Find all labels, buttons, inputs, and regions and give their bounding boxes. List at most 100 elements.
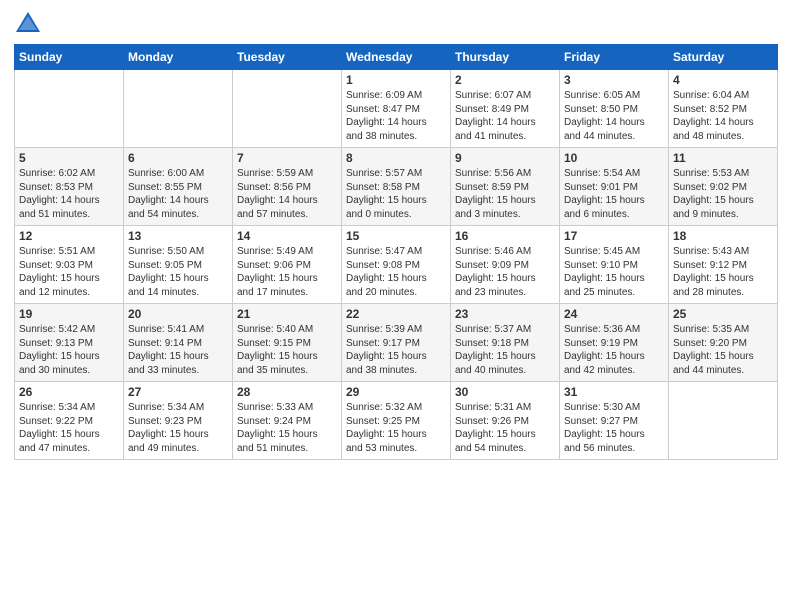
day-info: Sunrise: 5:31 AM Sunset: 9:26 PM Dayligh…	[455, 401, 555, 455]
day-number: 9	[455, 151, 555, 165]
day-number: 4	[673, 73, 773, 87]
calendar-cell: 22Sunrise: 5:39 AM Sunset: 9:17 PM Dayli…	[342, 304, 451, 382]
calendar-cell: 23 Sunrise: 5:37 AM Sunset: 9:18 PM Dayli…	[451, 304, 560, 382]
day-number: 23	[455, 307, 555, 321]
day-info: Sunrise: 5:36 AM Sunset: 9:19 PM Dayligh…	[564, 323, 664, 377]
logo	[14, 10, 46, 38]
week-row-5: 26 Sunrise: 5:34 AM Sunset: 9:22 PM Dayli…	[15, 382, 778, 460]
day-number: 8	[346, 151, 446, 165]
week-row-3: 12 Sunrise: 5:51 AM Sunset: 9:03 PM Dayli…	[15, 226, 778, 304]
header	[14, 10, 778, 38]
day-info: Sunrise: 5:45 AM Sunset: 9:10 PM Dayligh…	[564, 245, 664, 299]
calendar-cell: 1Sunrise: 6:09 AM Sunset: 8:47 PM Daylig…	[342, 70, 451, 148]
day-info: Sunrise: 5:49 AM Sunset: 9:06 PM Dayligh…	[237, 245, 337, 299]
day-info: Sunrise: 5:42 AM Sunset: 9:13 PM Dayligh…	[19, 323, 119, 377]
day-info: Sunrise: 6:05 AM Sunset: 8:50 PM Dayligh…	[564, 89, 664, 143]
logo-icon	[14, 10, 42, 38]
weekday-header-wednesday: Wednesday	[342, 45, 451, 70]
day-info: Sunrise: 5:43 AM Sunset: 9:12 PM Dayligh…	[673, 245, 773, 299]
day-info: Sunrise: 5:46 AM Sunset: 9:09 PM Dayligh…	[455, 245, 555, 299]
day-number: 7	[237, 151, 337, 165]
day-info: Sunrise: 5:50 AM Sunset: 9:05 PM Dayligh…	[128, 245, 228, 299]
day-info: Sunrise: 5:33 AM Sunset: 9:24 PM Dayligh…	[237, 401, 337, 455]
calendar-table: SundayMondayTuesdayWednesdayThursdayFrid…	[14, 44, 778, 460]
calendar-cell	[233, 70, 342, 148]
day-number: 28	[237, 385, 337, 399]
day-info: Sunrise: 5:51 AM Sunset: 9:03 PM Dayligh…	[19, 245, 119, 299]
day-number: 11	[673, 151, 773, 165]
calendar-cell	[669, 382, 778, 460]
day-number: 24	[564, 307, 664, 321]
day-number: 16	[455, 229, 555, 243]
day-info: Sunrise: 5:56 AM Sunset: 8:59 PM Dayligh…	[455, 167, 555, 221]
day-number: 18	[673, 229, 773, 243]
calendar-cell: 29Sunrise: 5:32 AM Sunset: 9:25 PM Dayli…	[342, 382, 451, 460]
day-number: 22	[346, 307, 446, 321]
calendar-cell: 16 Sunrise: 5:46 AM Sunset: 9:09 PM Dayli…	[451, 226, 560, 304]
day-number: 31	[564, 385, 664, 399]
day-number: 25	[673, 307, 773, 321]
day-number: 6	[128, 151, 228, 165]
weekday-header-monday: Monday	[124, 45, 233, 70]
calendar-cell: 10Sunrise: 5:54 AM Sunset: 9:01 PM Dayli…	[560, 148, 669, 226]
calendar-cell: 12 Sunrise: 5:51 AM Sunset: 9:03 PM Dayli…	[15, 226, 124, 304]
day-number: 3	[564, 73, 664, 87]
day-info: Sunrise: 5:54 AM Sunset: 9:01 PM Dayligh…	[564, 167, 664, 221]
weekday-header-thursday: Thursday	[451, 45, 560, 70]
calendar-cell	[15, 70, 124, 148]
calendar-container: SundayMondayTuesdayWednesdayThursdayFrid…	[0, 0, 792, 470]
calendar-cell: 30 Sunrise: 5:31 AM Sunset: 9:26 PM Dayli…	[451, 382, 560, 460]
calendar-header: SundayMondayTuesdayWednesdayThursdayFrid…	[15, 45, 778, 70]
day-info: Sunrise: 6:02 AM Sunset: 8:53 PM Dayligh…	[19, 167, 119, 221]
day-number: 14	[237, 229, 337, 243]
calendar-cell: 14 Sunrise: 5:49 AM Sunset: 9:06 PM Dayli…	[233, 226, 342, 304]
day-info: Sunrise: 6:07 AM Sunset: 8:49 PM Dayligh…	[455, 89, 555, 143]
calendar-cell: 15Sunrise: 5:47 AM Sunset: 9:08 PM Dayli…	[342, 226, 451, 304]
day-number: 17	[564, 229, 664, 243]
week-row-2: 5Sunrise: 6:02 AM Sunset: 8:53 PM Daylig…	[15, 148, 778, 226]
day-info: Sunrise: 5:32 AM Sunset: 9:25 PM Dayligh…	[346, 401, 446, 455]
calendar-cell: 7 Sunrise: 5:59 AM Sunset: 8:56 PM Daylig…	[233, 148, 342, 226]
calendar-cell: 19 Sunrise: 5:42 AM Sunset: 9:13 PM Dayli…	[15, 304, 124, 382]
calendar-cell: 4Sunrise: 6:04 AM Sunset: 8:52 PM Daylig…	[669, 70, 778, 148]
day-info: Sunrise: 5:59 AM Sunset: 8:56 PM Dayligh…	[237, 167, 337, 221]
calendar-cell: 9 Sunrise: 5:56 AM Sunset: 8:59 PM Daylig…	[451, 148, 560, 226]
calendar-cell: 18 Sunrise: 5:43 AM Sunset: 9:12 PM Dayli…	[669, 226, 778, 304]
day-number: 30	[455, 385, 555, 399]
calendar-cell: 27 Sunrise: 5:34 AM Sunset: 9:23 PM Dayli…	[124, 382, 233, 460]
day-info: Sunrise: 6:09 AM Sunset: 8:47 PM Dayligh…	[346, 89, 446, 143]
day-info: Sunrise: 5:35 AM Sunset: 9:20 PM Dayligh…	[673, 323, 773, 377]
week-row-4: 19 Sunrise: 5:42 AM Sunset: 9:13 PM Dayli…	[15, 304, 778, 382]
day-info: Sunrise: 5:37 AM Sunset: 9:18 PM Dayligh…	[455, 323, 555, 377]
calendar-cell: 11 Sunrise: 5:53 AM Sunset: 9:02 PM Dayli…	[669, 148, 778, 226]
weekday-header-friday: Friday	[560, 45, 669, 70]
week-row-1: 1Sunrise: 6:09 AM Sunset: 8:47 PM Daylig…	[15, 70, 778, 148]
calendar-cell: 5Sunrise: 6:02 AM Sunset: 8:53 PM Daylig…	[15, 148, 124, 226]
day-number: 27	[128, 385, 228, 399]
day-info: Sunrise: 5:34 AM Sunset: 9:23 PM Dayligh…	[128, 401, 228, 455]
day-number: 19	[19, 307, 119, 321]
day-number: 26	[19, 385, 119, 399]
day-info: Sunrise: 5:41 AM Sunset: 9:14 PM Dayligh…	[128, 323, 228, 377]
calendar-cell: 31Sunrise: 5:30 AM Sunset: 9:27 PM Dayli…	[560, 382, 669, 460]
weekday-header-sunday: Sunday	[15, 45, 124, 70]
day-info: Sunrise: 5:40 AM Sunset: 9:15 PM Dayligh…	[237, 323, 337, 377]
calendar-cell: 13Sunrise: 5:50 AM Sunset: 9:05 PM Dayli…	[124, 226, 233, 304]
calendar-cell: 20 Sunrise: 5:41 AM Sunset: 9:14 PM Dayli…	[124, 304, 233, 382]
day-number: 20	[128, 307, 228, 321]
weekday-header-tuesday: Tuesday	[233, 45, 342, 70]
day-info: Sunrise: 5:53 AM Sunset: 9:02 PM Dayligh…	[673, 167, 773, 221]
day-info: Sunrise: 5:34 AM Sunset: 9:22 PM Dayligh…	[19, 401, 119, 455]
calendar-cell: 21 Sunrise: 5:40 AM Sunset: 9:15 PM Dayli…	[233, 304, 342, 382]
day-number: 12	[19, 229, 119, 243]
weekday-header-saturday: Saturday	[669, 45, 778, 70]
calendar-cell: 3 Sunrise: 6:05 AM Sunset: 8:50 PM Daylig…	[560, 70, 669, 148]
day-number: 21	[237, 307, 337, 321]
calendar-cell: 28 Sunrise: 5:33 AM Sunset: 9:24 PM Dayli…	[233, 382, 342, 460]
day-number: 2	[455, 73, 555, 87]
calendar-cell: 25 Sunrise: 5:35 AM Sunset: 9:20 PM Dayli…	[669, 304, 778, 382]
calendar-cell: 26 Sunrise: 5:34 AM Sunset: 9:22 PM Dayli…	[15, 382, 124, 460]
day-info: Sunrise: 5:47 AM Sunset: 9:08 PM Dayligh…	[346, 245, 446, 299]
day-info: Sunrise: 6:00 AM Sunset: 8:55 PM Dayligh…	[128, 167, 228, 221]
calendar-cell: 8Sunrise: 5:57 AM Sunset: 8:58 PM Daylig…	[342, 148, 451, 226]
